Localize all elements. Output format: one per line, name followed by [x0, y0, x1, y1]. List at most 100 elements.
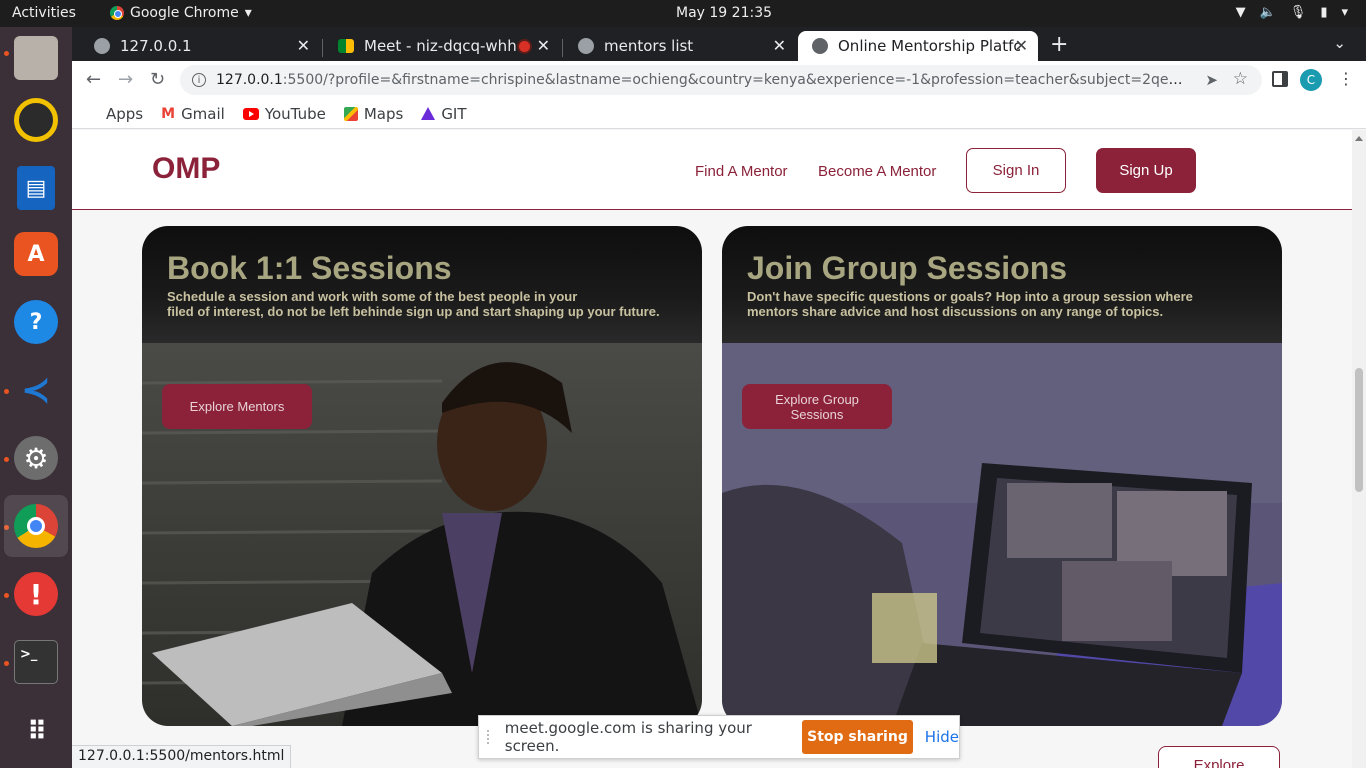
git-icon [421, 107, 436, 120]
dock-vscode[interactable]: ≺ [4, 359, 68, 421]
bookmark-youtube[interactable]: YouTube [242, 104, 326, 123]
drag-handle-icon[interactable] [487, 730, 493, 744]
card-description-line: filed of interest, do not be left behind… [167, 304, 660, 319]
tab-title: Meet - niz-dqcq-whh [364, 37, 517, 55]
impress-icon: ▤ [17, 166, 55, 210]
site-info-icon[interactable]: i [192, 73, 206, 87]
dock: ▤ A ? ≺ ⚙ ! >_ ⠿ [0, 27, 72, 768]
caret-down-icon: ▾ [244, 5, 252, 21]
bookmark-label: YouTube [264, 104, 326, 123]
bookmarks-bar: Apps M Gmail YouTube Maps GIT [72, 99, 1366, 129]
system-tray[interactable]: ▼ 🔈 🎙 ▮ ▾ [1236, 5, 1348, 20]
tab-mentors-list[interactable]: mentors list ✕ [564, 31, 796, 61]
address-bar[interactable]: i 127.0.0.1:5500/?profile=&firstname=chr… [180, 65, 1262, 95]
show-applications[interactable]: ⠿ [4, 701, 68, 763]
dock-help[interactable]: ? [4, 291, 68, 353]
dock-software[interactable]: A [4, 223, 68, 285]
tab-separator [562, 39, 563, 57]
explore-button[interactable]: Explore [1158, 746, 1280, 768]
explore-group-sessions-button[interactable]: Explore Group Sessions [742, 384, 892, 429]
nav-become-mentor[interactable]: Become A Mentor [818, 163, 936, 180]
tab-meet[interactable]: Meet - niz-dqcq-whh ✕ [324, 31, 560, 61]
rhythmbox-icon [14, 98, 58, 142]
app-menu[interactable]: Google Chrome ▾ [110, 5, 252, 21]
browser-toolbar: ← → ↻ i 127.0.0.1:5500/?profile=&firstna… [72, 61, 1366, 99]
more-menu-icon[interactable]: ⋮ [1338, 69, 1354, 88]
link-status-bubble: 127.0.0.1:5500/mentors.html [72, 745, 292, 768]
tab-online-mentorship[interactable]: Online Mentorship Platfo ✕ [798, 31, 1038, 61]
terminal-icon: >_ [14, 640, 58, 684]
nav-find-mentor[interactable]: Find A Mentor [695, 163, 788, 180]
close-icon[interactable]: ✕ [297, 36, 310, 55]
side-panel-icon[interactable] [1272, 71, 1288, 87]
dock-impress[interactable]: ▤ [4, 157, 68, 219]
software-icon: A [14, 232, 58, 276]
dock-chrome[interactable] [4, 495, 68, 557]
site-logo[interactable]: OMP [152, 152, 220, 186]
close-icon[interactable]: ✕ [1015, 36, 1028, 55]
card-description-line: Don't have specific questions or goals? … [747, 289, 1193, 304]
help-icon: ? [14, 300, 58, 344]
page-scrollbar[interactable] [1352, 130, 1366, 768]
forward-arrow-icon[interactable]: → [118, 69, 133, 90]
dock-settings[interactable]: ⚙ [4, 427, 68, 489]
recording-icon [519, 41, 530, 52]
youtube-icon [242, 107, 259, 120]
microphone-icon: 🎙 [1289, 5, 1307, 20]
url-text: 127.0.0.1:5500/?profile=&firstname=chris… [216, 72, 1186, 88]
back-arrow-icon[interactable]: ← [86, 69, 101, 90]
alert-icon: ! [14, 572, 58, 616]
send-to-devices-icon[interactable]: ➤ [1205, 71, 1218, 89]
reload-icon[interactable]: ↻ [150, 69, 165, 90]
dock-error-reporter[interactable]: ! [4, 563, 68, 625]
caret-down-icon: ▾ [1341, 5, 1348, 20]
card-description-line: mentors share advice and host discussion… [747, 304, 1164, 319]
bookmark-star-icon[interactable]: ☆ [1233, 69, 1248, 89]
files-icon [14, 36, 58, 80]
sign-in-button[interactable]: Sign In [966, 148, 1066, 193]
new-tab-plus-icon[interactable]: + [1050, 32, 1068, 57]
card-title: Join Group Sessions [747, 250, 1068, 286]
card-description: Don't have specific questions or goals? … [747, 289, 1247, 319]
close-icon[interactable]: ✕ [773, 36, 786, 55]
hide-button[interactable]: Hide [925, 728, 959, 746]
globe-icon [812, 38, 828, 54]
meet-icon [338, 39, 354, 53]
dock-files[interactable] [4, 27, 68, 89]
bookmark-label: Maps [363, 104, 404, 123]
bookmark-gmail[interactable]: M Gmail [161, 105, 225, 123]
bookmark-label: Apps [106, 104, 144, 123]
clock[interactable]: May 19 21:35 [676, 5, 772, 21]
scrollbar-thumb[interactable] [1355, 368, 1363, 492]
page-viewport: OMP Find A Mentor Become A Mentor Sign I… [72, 130, 1352, 768]
scroll-up-arrow-icon[interactable] [1355, 136, 1363, 141]
sign-up-button[interactable]: Sign Up [1096, 148, 1196, 193]
wifi-icon: ▼ [1235, 5, 1246, 20]
globe-icon [94, 38, 110, 54]
tab-localhost[interactable]: 127.0.0.1 ✕ [80, 31, 320, 61]
gmail-icon: M [161, 105, 176, 122]
dock-rhythmbox[interactable] [4, 89, 68, 151]
vscode-icon: ≺ [20, 369, 52, 411]
url-host: 127.0.0.1 [216, 72, 283, 88]
app-grid-icon: ⠿ [26, 717, 47, 747]
bookmark-apps[interactable]: Apps [86, 105, 143, 123]
tab-search-chevron-icon[interactable]: ⌄ [1333, 34, 1346, 52]
tab-title: mentors list [604, 37, 694, 55]
maps-icon [343, 106, 358, 121]
profile-avatar[interactable]: C [1300, 69, 1322, 91]
bookmark-git[interactable]: GIT [421, 105, 467, 123]
settings-gear-icon: ⚙ [14, 436, 58, 480]
url-path: :5500/?profile=&firstname=chrispine&last… [282, 72, 1186, 88]
apps-grid-icon [86, 107, 100, 121]
explore-mentors-button[interactable]: Explore Mentors [162, 384, 312, 429]
share-message: meet.google.com is sharing your screen. [504, 719, 752, 755]
bookmark-maps[interactable]: Maps [343, 104, 404, 123]
activities-button[interactable]: Activities [12, 5, 76, 21]
stop-sharing-button[interactable]: Stop sharing [802, 720, 913, 754]
chrome-icon [14, 504, 58, 548]
bookmark-label: Gmail [181, 104, 225, 123]
close-icon[interactable]: ✕ [537, 36, 550, 55]
dock-terminal[interactable]: >_ [4, 631, 68, 693]
card-title: Book 1:1 Sessions [167, 250, 452, 286]
